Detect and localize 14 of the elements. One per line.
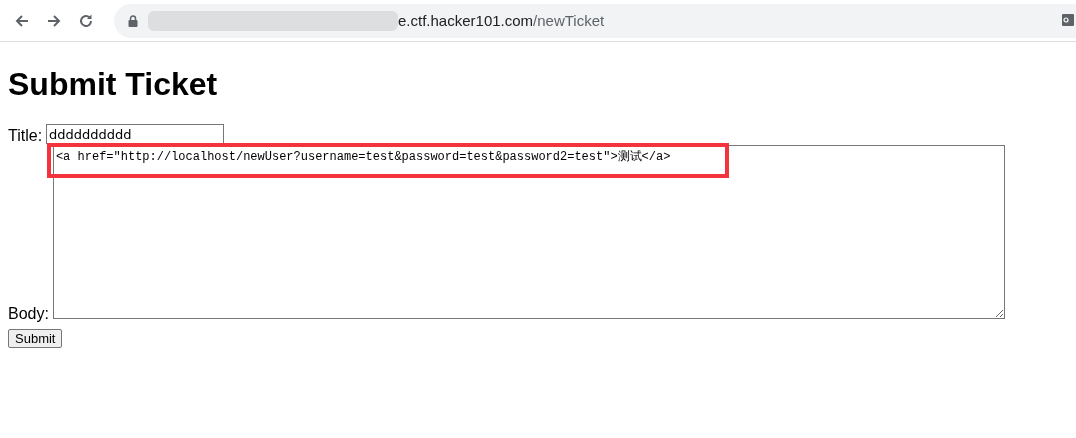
submit-button[interactable]: Submit: [8, 329, 63, 348]
reload-icon[interactable]: [78, 12, 94, 29]
title-input[interactable]: dddddddddd: [46, 124, 225, 144]
body-label: Body:: [8, 305, 49, 323]
page-heading: Submit Ticket: [8, 66, 219, 103]
title-label: Title:: [8, 127, 43, 145]
back-icon[interactable]: [14, 12, 30, 29]
address-bar[interactable]: e.ctf.hacker101.com/newTicket: [114, 3, 1076, 38]
forward-icon[interactable]: [46, 12, 62, 29]
body-textarea[interactable]: <a href="http://localhost/newUser?username=test&password=test&password2=test">测试</a>: [52, 145, 1005, 319]
lock-icon: [128, 14, 138, 27]
url-host: e.ctf.hacker101.com: [398, 12, 534, 29]
translate-icon[interactable]: [1062, 13, 1074, 28]
url-path: /newTicket: [533, 12, 605, 29]
